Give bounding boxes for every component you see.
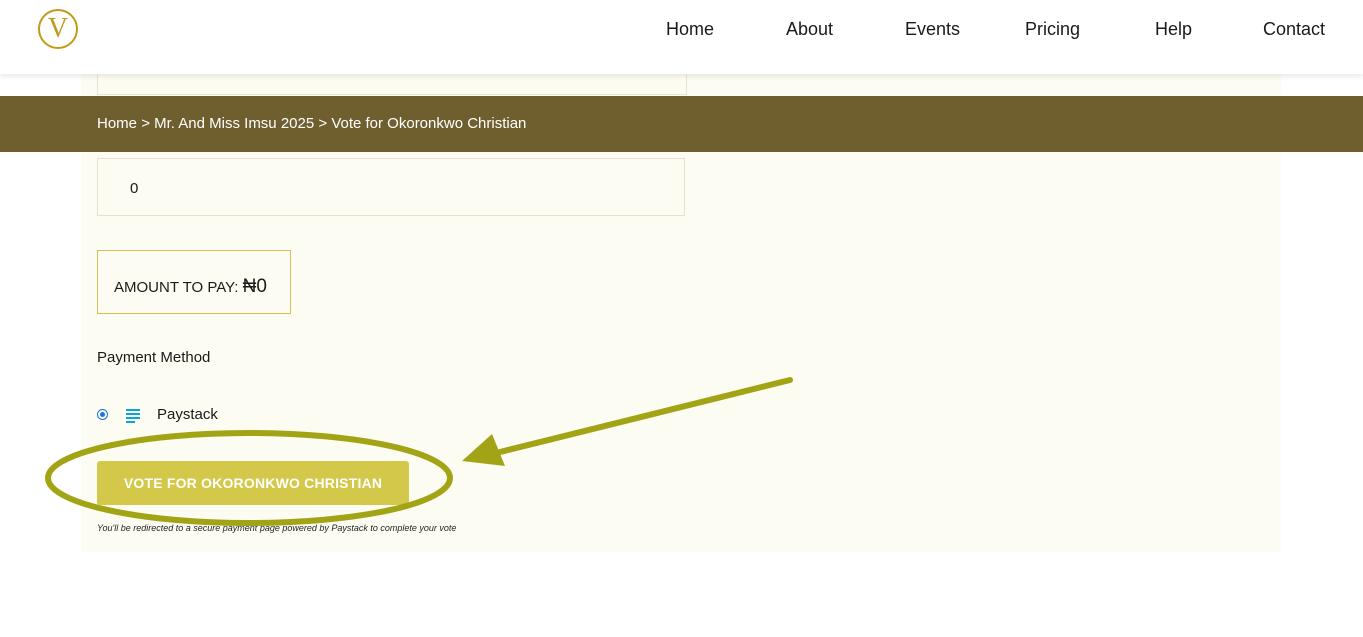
nav-events[interactable]: Events (905, 19, 960, 40)
paystack-label[interactable]: Paystack (157, 406, 218, 423)
breadcrumb-current: Vote for Okoronkwo Christian (331, 115, 527, 132)
nav-pricing[interactable]: Pricing (1025, 19, 1080, 40)
nav-home[interactable]: Home (666, 19, 714, 40)
breadcrumb-separator: > (318, 115, 328, 132)
breadcrumb-home[interactable]: Home (97, 115, 137, 132)
amount-label: AMOUNT TO PAY: ₦0 (114, 276, 267, 297)
breadcrumb-event[interactable]: Mr. And Miss Imsu 2025 (154, 115, 314, 132)
amount-value: ₦0 (242, 276, 267, 297)
vote-button[interactable]: VOTE FOR OKORONKWO CHRISTIAN (97, 461, 409, 505)
nav-contact[interactable]: Contact (1263, 19, 1325, 40)
redirect-note: You'll be redirected to a secure payment… (97, 523, 457, 533)
amount-to-pay-box: AMOUNT TO PAY: ₦0 (97, 250, 291, 314)
payment-method-label: Payment Method (97, 349, 211, 366)
breadcrumb: Home > Mr. And Miss Imsu 2025 > Vote for… (97, 115, 526, 132)
breadcrumb-separator: > (141, 115, 150, 132)
paystack-icon (126, 408, 140, 423)
breadcrumb-bar: Home > Mr. And Miss Imsu 2025 > Vote for… (0, 96, 1363, 152)
nav-about[interactable]: About (786, 19, 833, 40)
paystack-radio[interactable] (97, 409, 108, 420)
vote-count-value: 0 (130, 180, 139, 197)
name-field[interactable] (97, 74, 687, 95)
vote-count-input[interactable]: 0 (97, 158, 685, 216)
nav-help[interactable]: Help (1155, 19, 1192, 40)
site-header: V Home About Events Pricing Help Contact (0, 0, 1363, 74)
logo[interactable]: V (38, 9, 78, 49)
